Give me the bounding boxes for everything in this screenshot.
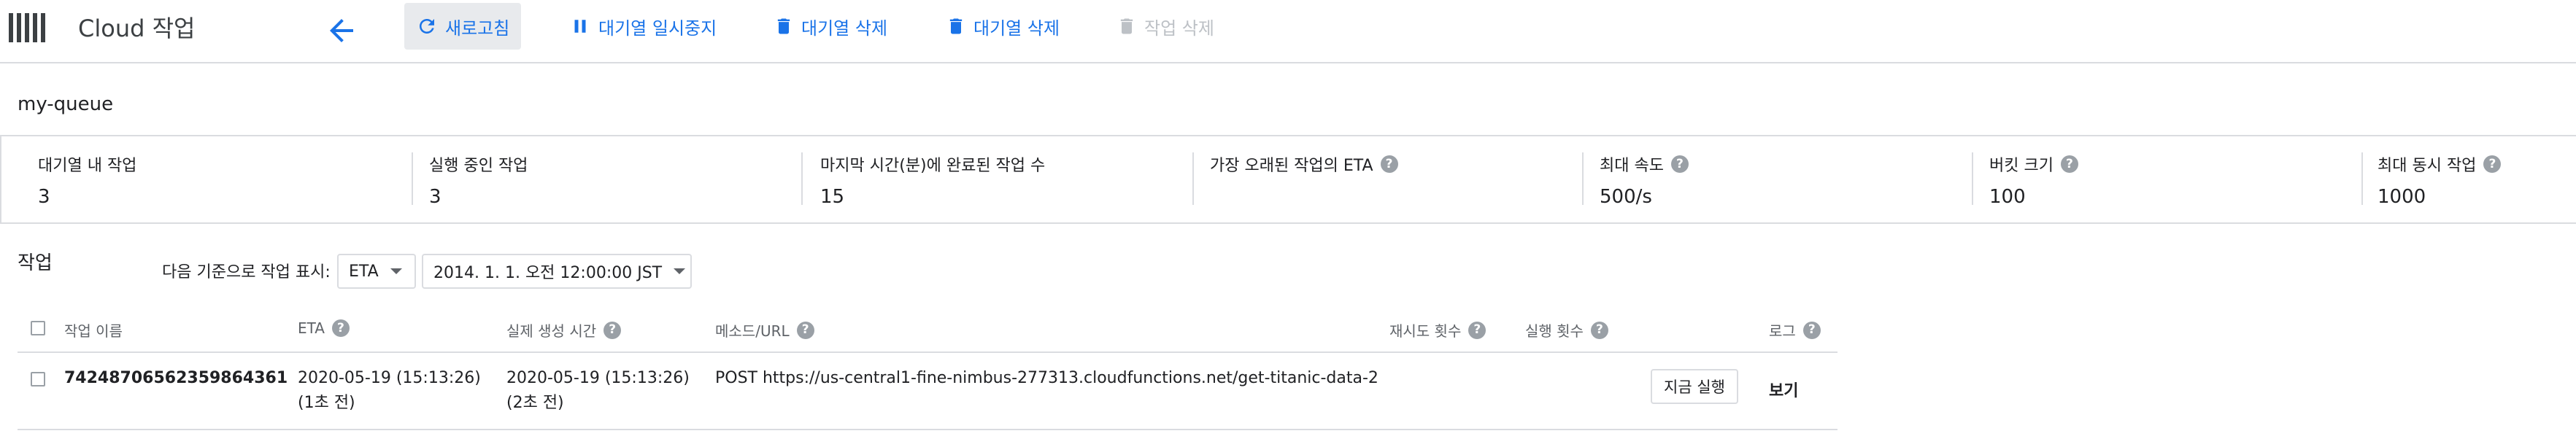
filter-value-select[interactable]: 2014. 1. 1. 오전 12:00:00 JST: [422, 254, 692, 289]
stat-divider: [1582, 152, 1584, 205]
col-label: 로그: [1769, 322, 1796, 340]
col-header-log[interactable]: 로그?: [1769, 319, 1821, 341]
stat-label: 실행 중인 작업: [429, 157, 528, 175]
filter-value-text: 2014. 1. 1. 오전 12:00:00 JST: [433, 264, 663, 282]
trash-icon: [1120, 18, 1133, 34]
pause-queue-label: 대기열 일시중지: [598, 18, 717, 39]
stat-value: 500/s: [1600, 186, 1652, 208]
col-label: 메소드/URL: [715, 322, 790, 340]
stat-running-tasks: 실행 중인 작업 3: [429, 152, 528, 211]
help-icon[interactable]: ?: [1802, 321, 1821, 339]
col-header-method-url[interactable]: 메소드/URL?: [715, 319, 814, 341]
task-method-url: POST https://us-central1-fine-nimbus-277…: [715, 369, 1378, 387]
stat-completed-last-minute: 마지막 시간(분)에 완료된 작업 수 15: [820, 152, 1045, 211]
row-checkbox[interactable]: [31, 372, 45, 386]
pause-icon: [574, 20, 586, 33]
col-label: 작업 이름: [64, 322, 123, 340]
stat-label: 마지막 시간(분)에 완료된 작업 수: [820, 157, 1046, 175]
tasks-section-title: 작업: [18, 252, 53, 274]
select-all-checkbox[interactable]: [31, 321, 45, 335]
col-label: 재시도 횟수: [1389, 322, 1462, 340]
stat-label: 가장 오래된 작업의 ETA: [1210, 157, 1373, 175]
col-header-name[interactable]: 작업 이름: [64, 319, 123, 341]
delete-queue-button[interactable]: 대기열 삭제: [762, 3, 899, 50]
col-header-executions[interactable]: 실행 횟수?: [1525, 319, 1608, 341]
queue-stats-panel: 대기열 내 작업 3 실행 중인 작업 3 마지막 시간(분)에 완료된 작업 …: [0, 135, 2576, 224]
tasks-table: 작업 이름 ETA? 실제 생성 시간? 메소드/URL? 재시도 횟수? 실행…: [18, 306, 1837, 430]
stat-max-rate: 최대 속도? 500/s: [1600, 152, 1689, 211]
back-arrow-icon: [330, 19, 353, 42]
tasks-table-header: 작업 이름 ETA? 실제 생성 시간? 메소드/URL? 재시도 횟수? 실행…: [18, 306, 1837, 353]
help-icon[interactable]: ?: [2060, 155, 2078, 173]
stat-bucket-size: 버킷 크기? 100: [1989, 152, 2078, 211]
task-eta-relative: (1초 전): [298, 394, 355, 412]
task-created: 2020-05-19 (15:13:26): [506, 369, 690, 387]
purge-queue-label: 대기열 삭제: [973, 18, 1060, 39]
queue-name: my-queue: [18, 93, 114, 115]
help-icon[interactable]: ?: [1670, 155, 1689, 173]
stat-divider: [412, 152, 413, 205]
help-icon[interactable]: ?: [1468, 321, 1486, 339]
stat-oldest-task-eta: 가장 오래된 작업의 ETA?: [1210, 152, 1398, 211]
view-log-link[interactable]: 보기: [1769, 378, 1798, 401]
stat-value: 1000: [2378, 186, 2426, 208]
filter-label: 다음 기준으로 작업 표시:: [162, 263, 331, 281]
col-header-eta[interactable]: ETA?: [298, 319, 350, 337]
purge-queue-button[interactable]: 대기열 삭제: [934, 3, 1071, 50]
help-icon[interactable]: ?: [603, 321, 622, 339]
delete-queue-label: 대기열 삭제: [801, 18, 888, 39]
help-icon[interactable]: ?: [1380, 155, 1398, 173]
table-row[interactable]: 74248706562359864361 2020-05-19 (15:13:2…: [18, 353, 1837, 430]
stat-max-concurrent: 최대 동시 작업? 1000: [2378, 152, 2502, 211]
trash-icon: [777, 18, 790, 34]
run-now-button[interactable]: 지금 실행: [1651, 369, 1738, 404]
stat-tasks-in-queue: 대기열 내 작업 3: [38, 152, 136, 211]
back-button[interactable]: [324, 13, 359, 48]
task-name[interactable]: 74248706562359864361: [64, 368, 288, 389]
trash-icon: [949, 18, 963, 34]
stat-label: 대기열 내 작업: [38, 157, 137, 175]
help-icon[interactable]: ?: [796, 321, 814, 339]
stat-label: 최대 속도: [1600, 157, 1664, 175]
col-header-retries[interactable]: 재시도 횟수?: [1389, 319, 1486, 341]
dropdown-caret-icon: [674, 268, 686, 274]
help-icon[interactable]: ?: [331, 319, 350, 337]
refresh-label: 새로고침: [445, 18, 510, 39]
stat-value: 100: [1989, 186, 2026, 208]
app-header: Cloud 작업 새로고침 대기열 일시중지 대기열 삭제 대기열 삭제 작업: [0, 0, 2576, 63]
pause-queue-button[interactable]: 대기열 일시중지: [558, 3, 728, 50]
delete-task-button[interactable]: 작업 삭제: [1105, 3, 1226, 50]
stat-divider: [1192, 152, 1194, 205]
refresh-icon: [420, 19, 434, 34]
stat-divider: [801, 152, 803, 205]
refresh-button[interactable]: 새로고침: [404, 3, 522, 50]
stat-label: 버킷 크기: [1989, 157, 2054, 175]
stat-value: 15: [820, 186, 845, 208]
stat-label: 최대 동시 작업: [2378, 157, 2477, 175]
stat-divider: [1972, 152, 1973, 205]
app-logo-icon: [9, 13, 53, 42]
filter-field-value: ETA: [349, 262, 379, 281]
stat-divider: [2361, 152, 2363, 205]
delete-task-label: 작업 삭제: [1144, 18, 1214, 39]
task-created-relative: (2초 전): [506, 394, 564, 412]
col-label: 실행 횟수: [1525, 322, 1584, 340]
app-title: Cloud 작업: [78, 15, 196, 42]
stat-value: 3: [38, 186, 50, 208]
col-header-created[interactable]: 실제 생성 시간?: [506, 319, 622, 341]
col-label: ETA: [298, 319, 325, 337]
stat-value: 3: [429, 186, 441, 208]
dropdown-caret-icon: [390, 268, 402, 274]
filter-field-select[interactable]: ETA: [337, 254, 416, 289]
col-label: 실제 생성 시간: [506, 322, 597, 340]
help-icon[interactable]: ?: [1590, 321, 1608, 339]
task-eta: 2020-05-19 (15:13:26): [298, 369, 481, 387]
help-icon[interactable]: ?: [2483, 155, 2502, 173]
